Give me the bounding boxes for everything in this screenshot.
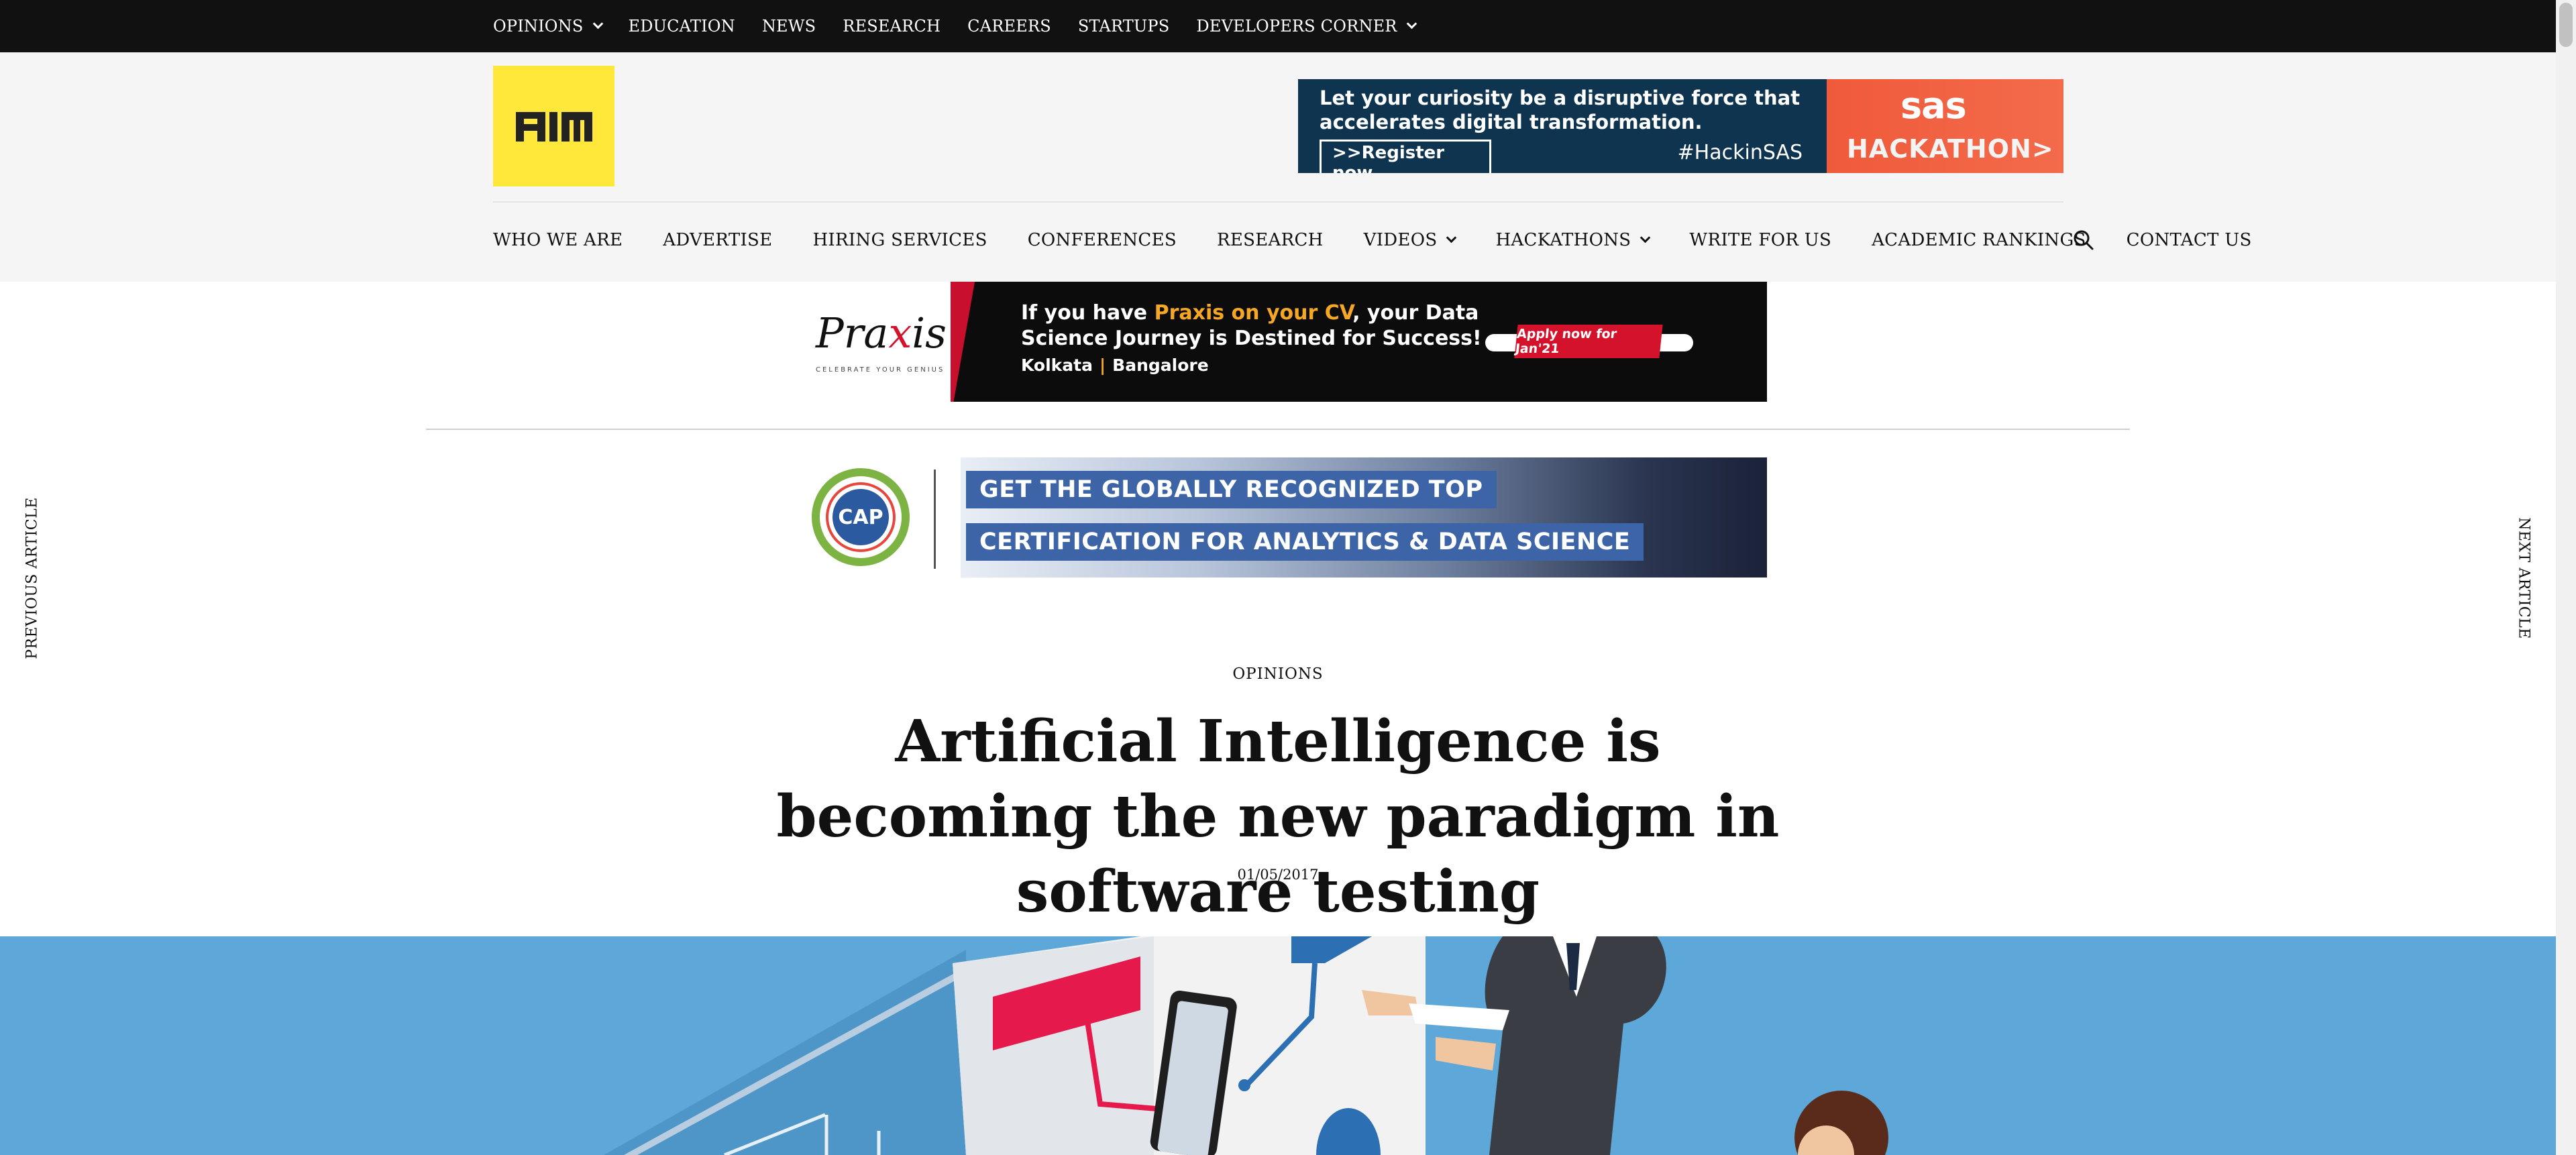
previous-article-link[interactable]: PREVIOUS ARTICLE xyxy=(24,497,41,659)
site-logo[interactable] xyxy=(493,66,614,186)
top-nav-label: NEWS xyxy=(761,17,816,36)
top-nav-developers-corner[interactable]: DEVELOPERS CORNER xyxy=(1196,17,1417,36)
scrollbar-thumb[interactable] xyxy=(2559,3,2573,47)
page-scrollbar[interactable] xyxy=(2556,0,2576,1155)
praxis-locations: Kolkata | Bangalore xyxy=(1021,355,1209,375)
top-nav-label: OPINIONS xyxy=(493,17,584,36)
praxis-line1-highlight: Praxis on your CV xyxy=(1154,301,1353,325)
cap-ad-divider xyxy=(934,470,936,569)
praxis-apply-button[interactable]: Apply now for Jan'21 xyxy=(1514,325,1663,358)
nav-research[interactable]: RESEARCH xyxy=(1217,230,1324,250)
sas-brand-logo: sas xyxy=(1900,85,1967,127)
top-nav-research[interactable]: RESEARCH xyxy=(843,17,941,36)
cap-ad-line2: CERTIFICATION FOR ANALYTICS & DATA SCIEN… xyxy=(966,523,1644,561)
cap-badge-icon: CAP xyxy=(812,468,910,566)
nav-label: ADVERTISE xyxy=(663,230,773,250)
top-nav-opinions[interactable]: OPINIONS xyxy=(493,17,603,36)
praxis-city-1: Kolkata xyxy=(1021,355,1093,375)
praxis-line2: Science Journey is Destined for Success! xyxy=(1021,327,1482,350)
top-nav-news[interactable]: NEWS xyxy=(762,17,816,36)
nav-videos[interactable]: VIDEOS xyxy=(1363,230,1457,250)
nav-label: ACADEMIC RANKINGS xyxy=(1872,230,2086,250)
praxis-logo: Praxis xyxy=(816,309,947,358)
top-nav-careers[interactable]: CAREERS xyxy=(967,17,1051,36)
top-nav-startups[interactable]: STARTUPS xyxy=(1078,17,1170,36)
nav-label: HACKATHONS xyxy=(1495,230,1631,250)
nav-hackathons[interactable]: HACKATHONS xyxy=(1495,230,1651,250)
top-bar: OPINIONS EDUCATION NEWS RESEARCH CAREERS… xyxy=(0,0,2556,52)
top-nav-label: STARTUPS xyxy=(1077,17,1170,36)
nav-label: HIRING SERVICES xyxy=(812,230,987,250)
site-header: Let your curiosity be a disruptive force… xyxy=(0,52,2556,282)
nav-label: CONTACT US xyxy=(2126,230,2252,250)
top-nav-education[interactable]: EDUCATION xyxy=(629,17,735,36)
hero-illustration xyxy=(604,936,1888,1155)
chevron-down-icon xyxy=(592,18,603,30)
next-article-link[interactable]: NEXT ARTICLE xyxy=(2516,517,2532,639)
praxis-line1-pre: If you have xyxy=(1021,301,1155,325)
sas-register-button[interactable]: >>Register now xyxy=(1320,140,1491,173)
sas-ad-left: Let your curiosity be a disruptive force… xyxy=(1298,79,1827,173)
nav-label: VIDEOS xyxy=(1363,230,1438,250)
praxis-separator: | xyxy=(1099,355,1106,375)
praxis-ad-banner[interactable]: Praxis CELEBRATE YOUR GENIUS If you have… xyxy=(806,282,1767,402)
search-icon[interactable] xyxy=(2073,229,2094,251)
nav-advertise[interactable]: ADVERTISE xyxy=(663,230,772,250)
article-hero-image xyxy=(0,936,2556,1155)
sas-ad-headline: Let your curiosity be a disruptive force… xyxy=(1320,87,1801,133)
nav-label: CONFERENCES xyxy=(1027,230,1177,250)
header-divider xyxy=(493,201,2063,203)
cap-ad-line1: GET THE GLOBALLY RECOGNIZED TOP xyxy=(966,471,1497,508)
praxis-headline: If you have Praxis on your CV, your Data… xyxy=(1021,300,1482,351)
chevron-down-icon xyxy=(1406,18,1417,30)
nav-academic-rankings[interactable]: ACADEMIC RANKINGS xyxy=(1872,230,2086,250)
nav-conferences[interactable]: CONFERENCES xyxy=(1028,230,1177,250)
nav-who-we-are[interactable]: WHO WE ARE xyxy=(493,230,623,250)
nav-write-for-us[interactable]: WRITE FOR US xyxy=(1689,230,1831,250)
praxis-logo-sub: CELEBRATE YOUR GENIUS xyxy=(816,366,945,374)
top-nav-label: EDUCATION xyxy=(628,17,735,36)
praxis-city-2: Bangalore xyxy=(1112,355,1209,375)
section-divider xyxy=(426,429,2130,430)
sas-hackathon-text: HACKATHON> xyxy=(1847,134,2054,164)
nav-hiring-services[interactable]: HIRING SERVICES xyxy=(812,230,987,250)
chevron-down-icon xyxy=(1640,232,1651,243)
cap-certification-ad[interactable]: CAP GET THE GLOBALLY RECOGNIZED TOP CERT… xyxy=(806,457,1767,578)
nav-label: WHO WE ARE xyxy=(493,230,623,250)
nav-contact-us[interactable]: CONTACT US xyxy=(2127,230,2252,250)
sas-hashtag: #HackinSAS xyxy=(1677,141,1803,164)
nav-label: WRITE FOR US xyxy=(1689,230,1832,250)
top-nav: OPINIONS EDUCATION NEWS RESEARCH CAREERS… xyxy=(493,0,1442,52)
article-date: 01/05/2017 xyxy=(1237,867,1319,883)
aim-logo-icon xyxy=(515,112,592,142)
top-nav-label: CAREERS xyxy=(967,17,1051,36)
sas-hackathon-ad[interactable]: Let your curiosity be a disruptive force… xyxy=(1298,79,2063,173)
sas-ad-right: sas HACKATHON> xyxy=(1827,79,2063,173)
article-title: Artificial Intelligence is becoming the … xyxy=(776,708,1780,926)
praxis-line1-post: , your Data xyxy=(1352,301,1479,325)
article-category[interactable]: OPINIONS xyxy=(0,665,2556,683)
cap-badge-text: CAP xyxy=(828,485,893,549)
top-nav-label: DEVELOPERS CORNER xyxy=(1196,17,1397,36)
chevron-down-icon xyxy=(1446,232,1457,243)
top-nav-label: RESEARCH xyxy=(843,17,941,36)
main-nav: WHO WE ARE ADVERTISE HIRING SERVICES CON… xyxy=(493,223,2252,258)
nav-label: RESEARCH xyxy=(1216,230,1324,250)
praxis-red-stripe xyxy=(951,282,998,402)
